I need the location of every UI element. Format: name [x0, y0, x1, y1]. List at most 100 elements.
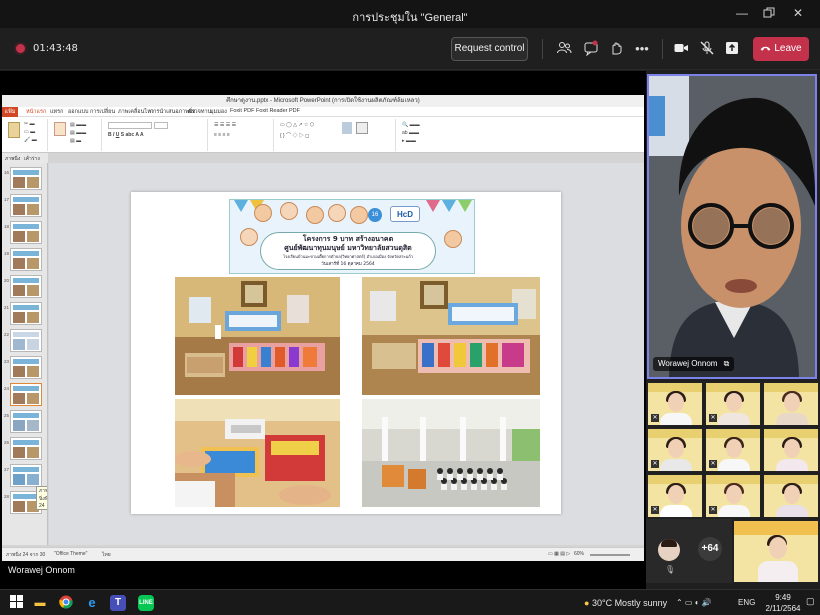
zoom-slider[interactable]	[590, 554, 630, 556]
reactions-icon[interactable]	[607, 40, 625, 58]
slide-thumbnail[interactable]: 22	[4, 329, 42, 352]
ppt-tab-home[interactable]: หน้าแรก	[26, 108, 47, 116]
participant-tile[interactable]	[763, 474, 819, 518]
speaker-name: Worawej Onnom	[658, 359, 718, 368]
input-language[interactable]: ENG	[738, 598, 755, 607]
hcd-logo: HcD	[390, 206, 420, 222]
window-title: การประชุมใน "General"	[352, 12, 468, 24]
screen-share-icon: ⧉	[723, 359, 730, 368]
weather-widget[interactable]: ● 30°C Mostly sunny	[584, 598, 667, 608]
slide-editing-canvas[interactable]: HcD 16 โครงการ 9 บาท สร้างอนาคต ศูนย์พัฒ…	[49, 163, 644, 545]
slide-thumbnail-pane[interactable]: 16 17 18 19 20 21 22 23 24 25 26 27 28 ภ…	[2, 163, 48, 545]
line-app-icon[interactable]: LINE	[138, 595, 154, 611]
ppt-tab-view[interactable]: มุมมอง	[210, 108, 227, 116]
slide-thumbnail[interactable]: 25	[4, 410, 42, 433]
ribbon-group-slides: ▤ ▬▬ ▤ ▬▬ ▤ ▬	[50, 119, 102, 151]
slide-panel-tabs: ภาพนิ่ง เค้าร่าง	[2, 153, 48, 163]
participants-icon[interactable]	[555, 40, 573, 58]
bunting-flag	[442, 200, 456, 212]
mic-muted-icon[interactable]	[698, 40, 716, 58]
zoom-level[interactable]: 60%	[574, 551, 584, 557]
ppt-tab-foxit-reader[interactable]: Foxit Reader PDF	[256, 108, 300, 114]
mic-off-icon: ✕	[709, 460, 717, 468]
ppt-tab-insert[interactable]: แทรก	[50, 108, 63, 116]
ppt-tab-design[interactable]: ออกแบบ	[68, 108, 88, 116]
slide-thumbnail[interactable]: 19	[4, 248, 42, 271]
cartoon-kid	[444, 230, 462, 248]
divider	[542, 39, 543, 59]
slide-thumbnail[interactable]: 17	[4, 194, 42, 217]
windows-start-icon[interactable]	[8, 595, 24, 611]
ppt-tab-foxit-pdf[interactable]: Foxit PDF	[230, 108, 254, 114]
weather-sun-icon: ●	[584, 598, 590, 608]
slide-tooltip: ภาพนิ่งที่ 24	[36, 486, 47, 510]
participant-tile[interactable]: ✕	[705, 474, 761, 518]
banner-location: โรงเรียนบ้านมะขามเตี้ยการตำบล(วิทยาศาสตร…	[282, 254, 413, 259]
edge-icon[interactable]: e	[84, 595, 100, 611]
chrome-icon[interactable]	[58, 595, 74, 611]
slide-photo-students-hall	[362, 399, 540, 517]
slide-thumbnail[interactable]: 21	[4, 302, 42, 325]
tab-slides[interactable]: ภาพนิ่ง	[5, 155, 20, 163]
taskbar-clock[interactable]: 9:49 2/11/2564	[762, 592, 804, 614]
camera-icon[interactable]	[672, 40, 690, 58]
close-icon[interactable]: ✕	[789, 4, 807, 22]
slide-thumbnail[interactable]: 16	[4, 167, 42, 190]
participant-tile[interactable]	[763, 382, 819, 426]
bunting-flag	[458, 200, 472, 212]
speaker-name-tag: Worawej Onnom ⧉	[653, 357, 735, 371]
slide-thumbnail[interactable]: 27	[4, 464, 42, 487]
notifications-icon[interactable]: ▢	[806, 596, 815, 607]
restore-icon[interactable]	[760, 6, 778, 24]
slide-thumbnail[interactable]: 18	[4, 221, 42, 244]
badge-icon: 16	[368, 208, 382, 222]
participant-tile[interactable]	[763, 428, 819, 472]
view-buttons[interactable]: ▭ ▦ ▤ ▷	[548, 551, 570, 557]
badge-number: 16	[371, 212, 379, 218]
ppt-tab-review[interactable]: ตรวจทาน	[188, 108, 211, 116]
slide-photo-donations-table	[362, 277, 540, 395]
file-explorer-icon[interactable]: ▬	[32, 595, 48, 611]
chat-icon[interactable]	[582, 40, 600, 58]
slide-thumbnail[interactable]: 23	[4, 356, 42, 379]
system-tray-icons[interactable]: ⌃ ▭ ◐ 🔊	[676, 598, 712, 607]
recording-indicator-icon	[16, 44, 25, 53]
ribbon-group-clipboard: ✂ ▬ ▭ ▬ 🖌 ▬	[4, 119, 48, 151]
meeting-timer: 01:43:48	[33, 43, 78, 54]
more-actions-icon[interactable]: •••	[633, 40, 651, 58]
share-screen-icon[interactable]	[723, 40, 741, 58]
active-speaker-video[interactable]: Worawej Onnom ⧉	[647, 74, 817, 379]
slide-thumbnail-selected[interactable]: 24	[4, 383, 42, 406]
mic-off-icon: ✕	[651, 414, 659, 422]
mic-off-icon: ✕	[709, 414, 717, 422]
participant-tile[interactable]: ✕	[705, 382, 761, 426]
cartoon-kid	[328, 204, 346, 222]
participant-tile[interactable]: ✕	[705, 428, 761, 472]
presenter-name-label: Worawej Onnom	[8, 565, 75, 575]
leave-button[interactable]: Leave	[753, 37, 809, 61]
cartoon-kid	[280, 202, 298, 220]
more-participants-count[interactable]: +64	[698, 537, 722, 561]
slide-thumbnail[interactable]: 26	[4, 437, 42, 460]
ppt-tab-file[interactable]: แฟ้ม	[2, 107, 18, 117]
current-slide[interactable]: HcD 16 โครงการ 9 บาท สร้างอนาคต ศูนย์พัฒ…	[131, 192, 561, 514]
request-control-button[interactable]: Request control	[451, 37, 528, 61]
participant-tile[interactable]	[733, 520, 819, 583]
ppt-tab-animations[interactable]: ภาพเคลื่อนไหว	[118, 108, 154, 116]
clock-time: 9:49	[775, 593, 791, 602]
ppt-tab-transitions[interactable]: การเปลี่ยน	[90, 108, 115, 116]
meeting-controls-bar: 01:43:48 Request control ••• Leave	[0, 28, 820, 70]
teams-icon[interactable]: T	[110, 595, 126, 611]
participant-tile[interactable]: ✕	[647, 474, 703, 518]
participant-tile[interactable]: ✕	[647, 382, 703, 426]
more-participants-tile[interactable]: 🎙 +64	[646, 519, 732, 583]
ppt-ribbon-tabs: แฟ้ม หน้าแรก แทรก ออกแบบ การเปลี่ยน ภาพเ…	[2, 107, 644, 117]
windows-taskbar: ▬ e T LINE ● 30°C Mostly sunny ⌃ ▭ ◐ 🔊 E…	[0, 589, 820, 615]
minimize-icon[interactable]: —	[733, 4, 751, 22]
speaker-video-feed	[649, 76, 815, 377]
bunting-flag	[234, 200, 248, 212]
slide-thumbnail[interactable]: 20	[4, 275, 42, 298]
ppt-window-title: ศึกษาดูงาน.pptx - Microsoft PowerPoint (…	[2, 95, 644, 107]
tab-outline[interactable]: เค้าร่าง	[24, 155, 40, 163]
participant-tile[interactable]: ✕	[647, 428, 703, 472]
